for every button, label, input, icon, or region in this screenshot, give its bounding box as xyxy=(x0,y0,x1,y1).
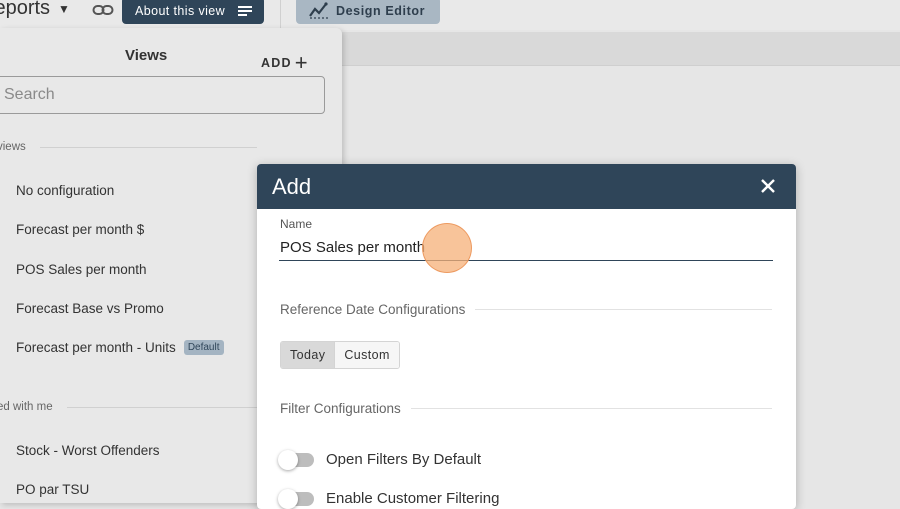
reference-date-heading: Reference Date Configurations xyxy=(280,302,466,317)
customer-filtering-toggle[interactable] xyxy=(278,488,314,509)
open-filters-toggle[interactable] xyxy=(278,449,314,470)
default-badge: Default xyxy=(183,340,224,355)
top-toolbar: Reports ▼ About this view Design Editor xyxy=(0,0,900,30)
list-item[interactable]: Forecast per month $ xyxy=(16,222,144,237)
today-option-button[interactable]: Today xyxy=(281,342,335,368)
open-filters-label: Open Filters By Default xyxy=(326,451,482,468)
shared-views-heading: ed with me xyxy=(0,401,53,413)
reports-label: Reports xyxy=(0,0,51,19)
chevron-down-icon: ▼ xyxy=(58,1,70,16)
list-item[interactable]: Forecast per month - Units Default xyxy=(16,340,224,355)
list-item[interactable]: No configuration xyxy=(16,183,114,198)
reports-dropdown[interactable]: Reports ▼ xyxy=(0,0,70,20)
filter-section: Filter Configurations xyxy=(280,401,772,416)
click-indicator xyxy=(422,223,472,273)
design-editor-label: Design Editor xyxy=(336,3,426,18)
reference-date-toggle-group: Today Custom xyxy=(280,341,400,369)
shared-views-section: ed with me xyxy=(0,401,257,413)
list-item[interactable]: Forecast Base vs Promo xyxy=(16,301,164,316)
custom-option-button[interactable]: Custom xyxy=(334,342,399,368)
about-this-view-button[interactable]: About this view xyxy=(122,0,264,24)
search-input[interactable] xyxy=(0,77,324,113)
toolbar-divider xyxy=(280,0,281,28)
reference-date-section: Reference Date Configurations xyxy=(280,302,772,317)
name-field-label: Name xyxy=(280,217,313,231)
view-item-label: Forecast Base vs Promo xyxy=(16,301,164,316)
view-item-label: POS Sales per month xyxy=(16,262,147,277)
link-icon[interactable] xyxy=(92,2,114,18)
add-view-dialog: Add Name Reference Date Configurations T… xyxy=(257,164,796,509)
view-item-label: Forecast per month $ xyxy=(16,222,145,237)
list-item[interactable]: Stock - Worst Offenders xyxy=(16,443,160,458)
customer-filtering-row: Enable Customer Filtering xyxy=(278,488,500,509)
name-input[interactable] xyxy=(279,234,773,261)
dialog-title: Add xyxy=(272,174,312,199)
search-field xyxy=(0,76,325,114)
list-item[interactable]: POS Sales per month xyxy=(16,262,147,277)
view-item-label: Stock - Worst Offenders xyxy=(16,443,160,458)
close-icon[interactable] xyxy=(758,176,778,196)
design-editor-button[interactable]: Design Editor xyxy=(296,0,440,24)
open-filters-row: Open Filters By Default xyxy=(278,449,482,470)
content-header-strip xyxy=(342,32,900,66)
my-views-section: views xyxy=(0,141,257,153)
view-item-label: Forecast per month - Units xyxy=(16,340,176,355)
add-view-button[interactable]: ADD + xyxy=(261,47,309,75)
view-item-label: PO par TSU xyxy=(16,482,90,497)
views-title: Views xyxy=(125,47,168,64)
list-item[interactable]: PO par TSU xyxy=(16,482,89,497)
chart-line-icon xyxy=(309,2,329,19)
my-views-heading: views xyxy=(0,141,26,153)
customer-filtering-label: Enable Customer Filtering xyxy=(326,490,500,507)
view-item-label: No configuration xyxy=(16,183,115,198)
filter-heading: Filter Configurations xyxy=(280,401,401,416)
dialog-header: Add xyxy=(257,164,796,209)
notes-icon xyxy=(238,6,252,16)
plus-icon: + xyxy=(294,50,309,75)
about-this-view-label: About this view xyxy=(135,3,226,18)
add-view-label: ADD xyxy=(261,56,292,70)
